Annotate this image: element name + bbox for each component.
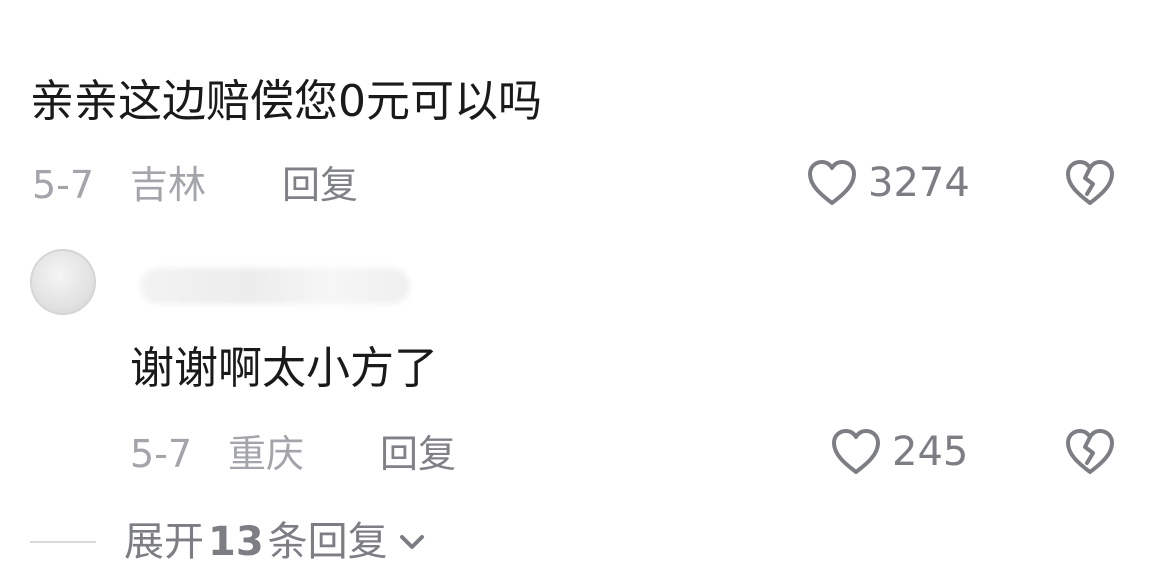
comment-text: 谢谢啊太小方了 [130,343,438,394]
comment-location: 吉林 [130,163,207,207]
like-button[interactable]: 3274 [806,158,970,208]
comment-text: 亲亲这边赔偿您0元可以吗 [30,76,542,127]
chevron-down-icon [398,532,426,552]
comment-date: 5-7 [32,163,95,207]
expand-prefix: 展开 [124,519,204,565]
heart-outline-icon [830,427,882,477]
divider [30,541,96,543]
like-count: 3274 [868,160,970,206]
expand-suffix: 条回复 [267,519,388,565]
reply-button[interactable]: 回复 [380,435,456,473]
reply-button[interactable]: 回复 [282,166,358,204]
username-redacted[interactable] [140,268,410,304]
broken-heart-icon[interactable] [1064,427,1116,477]
expand-count: 13 [208,519,264,565]
like-count: 245 [892,429,969,475]
heart-outline-icon [806,158,858,208]
like-button[interactable]: 245 [830,427,968,477]
comment-location: 重庆 [228,432,305,476]
broken-heart-icon[interactable] [1064,158,1116,208]
comment-date: 5-7 [130,432,193,476]
expand-replies-button[interactable]: 展开 13 条回复 [30,522,426,562]
avatar[interactable] [30,249,96,315]
